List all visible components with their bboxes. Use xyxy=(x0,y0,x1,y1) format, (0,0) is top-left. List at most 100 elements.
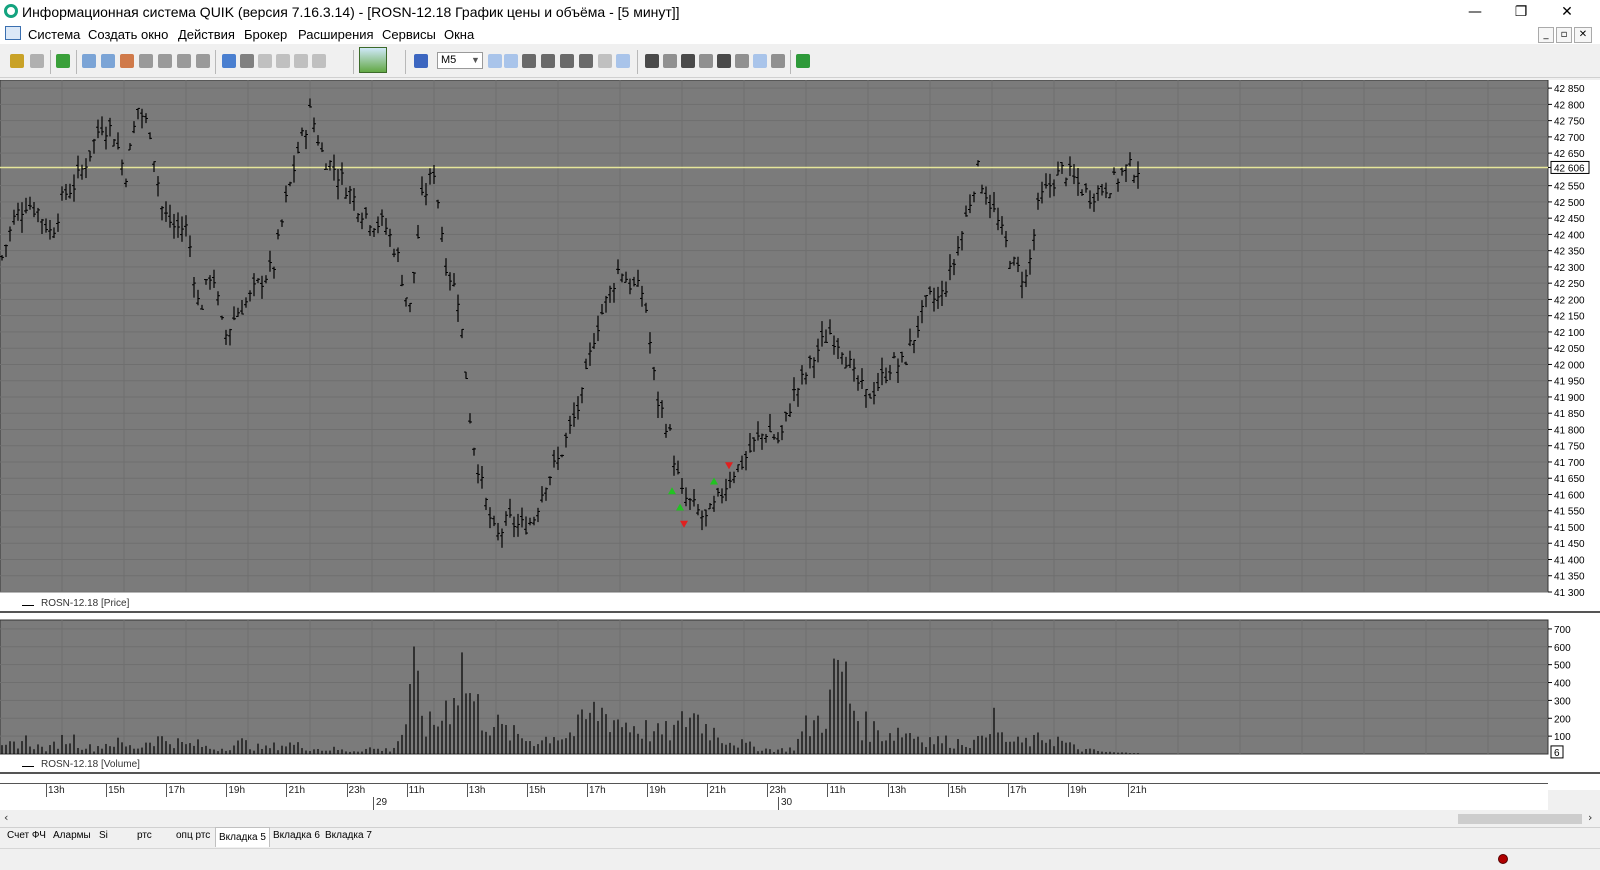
zoom-in-icon[interactable] xyxy=(541,54,555,68)
tab-7[interactable]: Вкладка 7 xyxy=(322,830,375,841)
time-tick-label: 17h xyxy=(168,785,185,796)
volume-legend-label[interactable]: ROSN-12.18 [Volume] xyxy=(41,759,140,770)
time-tick-label: 23h xyxy=(769,785,787,796)
select-hand-icon[interactable] xyxy=(616,54,630,68)
close-button[interactable]: ✕ xyxy=(1544,0,1590,24)
menu-broker[interactable]: Брокер xyxy=(244,27,287,42)
time-tick-label: 15h xyxy=(108,785,125,796)
toolbar-separator xyxy=(353,50,354,74)
menu-create-window[interactable]: Создать окно xyxy=(88,27,168,42)
trades-icon[interactable] xyxy=(139,54,153,68)
text-tool-icon[interactable] xyxy=(240,54,254,68)
new-order-icon[interactable] xyxy=(56,54,70,68)
tab-6[interactable]: Вкладка 6 xyxy=(270,830,323,841)
move-icon[interactable] xyxy=(522,54,536,68)
price-tick-label: 41 350 xyxy=(1554,572,1585,583)
text-label-icon[interactable] xyxy=(681,54,695,68)
time-tick-label: 13h xyxy=(889,785,907,796)
hide-trades-icon[interactable] xyxy=(771,54,785,68)
price-tick-label: 42 250 xyxy=(1554,279,1585,290)
hand-cancel-icon[interactable] xyxy=(312,54,326,68)
scrollbar-thumb[interactable] xyxy=(1458,814,1582,824)
menu-services[interactable]: Сервисы xyxy=(382,27,436,42)
price-tick-label: 42 750 xyxy=(1554,117,1585,128)
volume-tick-label: 200 xyxy=(1554,714,1571,725)
price-tick-label: 41 450 xyxy=(1554,539,1585,550)
table-icon[interactable] xyxy=(82,54,96,68)
quotes-icon[interactable] xyxy=(101,54,115,68)
line-dropdown-icon[interactable] xyxy=(663,54,677,68)
pan-hand-icon[interactable] xyxy=(598,54,612,68)
volume-axis: 700 600 500 400 300 200 100 6 xyxy=(1548,625,1571,759)
last-volume-label: 6 xyxy=(1554,748,1560,759)
price-tick-label: 41 550 xyxy=(1554,507,1585,518)
price-tick-label: 42 150 xyxy=(1554,312,1585,323)
tab-5[interactable]: Вкладка 5 xyxy=(215,827,270,847)
show-trades-icon[interactable] xyxy=(753,54,767,68)
menu-bar: Система Создать окно Действия Брокер Рас… xyxy=(0,24,1600,44)
cancel-orders-icon[interactable] xyxy=(177,54,191,68)
disconnect-icon[interactable] xyxy=(30,54,44,68)
chart-type-icon[interactable] xyxy=(414,54,428,68)
hand-sell-icon[interactable] xyxy=(294,54,308,68)
line-tool-icon[interactable] xyxy=(645,54,659,68)
menu-windows[interactable]: Окна xyxy=(444,27,474,42)
menu-actions[interactable]: Действия xyxy=(178,27,235,42)
tab-rts[interactable]: ртс xyxy=(134,830,155,841)
price-tick-label: 42 000 xyxy=(1554,360,1585,371)
stop-orders-icon[interactable] xyxy=(158,54,172,68)
mdi-minimize-button[interactable]: _ xyxy=(1538,27,1554,43)
key-icon[interactable] xyxy=(10,54,24,68)
hand-buy-icon[interactable] xyxy=(276,54,290,68)
orders-icon[interactable] xyxy=(120,54,134,68)
chart-svg[interactable]: 42 850 42 800 42 750 42 700 42 650 42 606 42 5… xyxy=(0,80,1600,790)
menu-system[interactable]: Система xyxy=(28,27,80,42)
positions-icon[interactable] xyxy=(196,54,210,68)
hand-icon[interactable] xyxy=(258,54,272,68)
crosshair-dropdown-icon[interactable] xyxy=(504,54,518,68)
time-tick-mark xyxy=(106,784,108,798)
indicators-icon[interactable] xyxy=(796,54,810,68)
landscape-picture-icon[interactable] xyxy=(359,47,387,73)
crosshair-icon[interactable] xyxy=(488,54,502,68)
tab-account[interactable]: Счет ФЧ xyxy=(4,830,49,841)
price-legend-label[interactable]: ROSN-12.18 [Price] xyxy=(41,598,129,609)
scroll-left-icon[interactable]: ‹ xyxy=(4,811,8,824)
restore-button[interactable]: ❐ xyxy=(1498,0,1544,24)
scroll-right-icon[interactable]: › xyxy=(1588,811,1592,824)
minimize-button[interactable]: — xyxy=(1452,0,1498,24)
price-tick-label: 42 800 xyxy=(1554,100,1585,111)
time-tick-label: 19h xyxy=(228,785,246,796)
arrow-tool-icon[interactable] xyxy=(717,54,731,68)
volume-tick-label: 700 xyxy=(1554,625,1571,636)
price-axis: 42 850 42 800 42 750 42 700 42 650 42 606 42 5… xyxy=(1548,84,1590,599)
horizontal-scrollbar[interactable]: ‹ › xyxy=(0,810,1600,827)
info-icon[interactable] xyxy=(222,54,236,68)
mdi-restore-button[interactable]: ▫ xyxy=(1556,27,1572,43)
arrow-dropdown-icon[interactable] xyxy=(735,54,749,68)
time-tick-label: 17h xyxy=(589,785,606,796)
time-tick-label: 23h xyxy=(348,785,366,796)
date-axis: 29 30 xyxy=(0,797,1548,811)
system-menu-icon[interactable] xyxy=(5,26,21,40)
chart-area[interactable]: 42 850 42 800 42 750 42 700 42 650 42 606 42 5… xyxy=(0,80,1600,790)
time-tick-mark xyxy=(887,784,889,798)
toolbar-separator xyxy=(76,50,77,74)
tab-alarms[interactable]: Алармы xyxy=(50,830,94,841)
date-tick-mark xyxy=(373,797,374,810)
time-tick-label: 11h xyxy=(408,785,425,796)
date-tick-mark xyxy=(778,797,779,810)
zoom-out-icon[interactable] xyxy=(560,54,574,68)
menu-extensions[interactable]: Расширения xyxy=(298,27,374,42)
price-tick-label: 42 700 xyxy=(1554,133,1585,144)
price-tick-label: 41 750 xyxy=(1554,442,1585,453)
text-dropdown-icon[interactable] xyxy=(699,54,713,68)
tab-options-rts[interactable]: опц ртс xyxy=(173,830,213,841)
tab-si[interactable]: Si xyxy=(96,830,111,841)
volume-tick-label: 400 xyxy=(1554,679,1571,690)
connection-status-indicator xyxy=(1498,854,1508,864)
ruler-icon[interactable] xyxy=(579,54,593,68)
chevron-down-icon[interactable]: ▼ xyxy=(471,55,480,65)
mdi-close-button[interactable]: ✕ xyxy=(1574,27,1592,43)
volume-tick-label: 100 xyxy=(1554,732,1571,743)
